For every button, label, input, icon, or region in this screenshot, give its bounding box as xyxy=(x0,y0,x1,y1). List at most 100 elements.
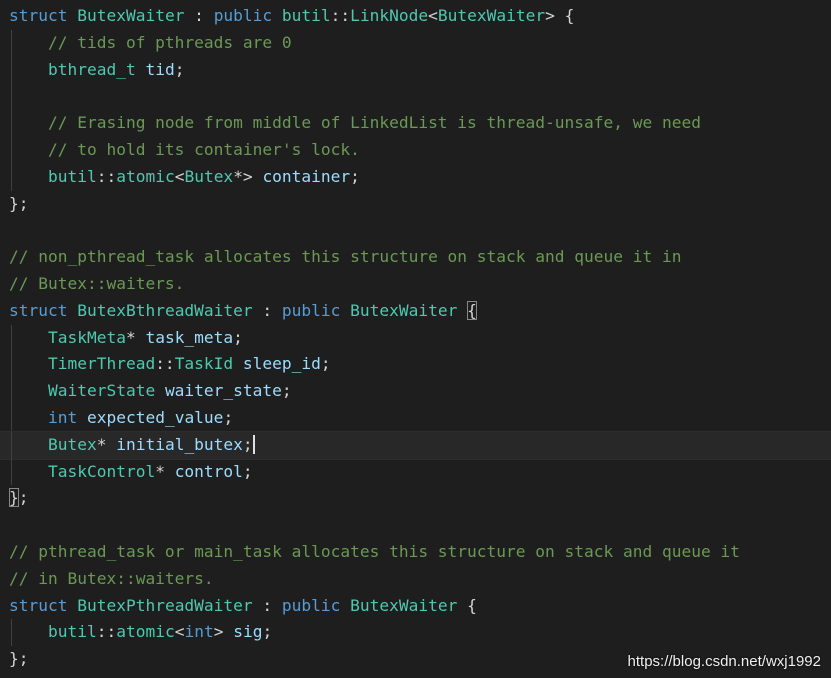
code-token: ; xyxy=(223,407,234,427)
code-token: atomic xyxy=(116,622,175,642)
indent-guide xyxy=(11,351,12,379)
code-token: ; xyxy=(350,166,360,186)
code-token: public xyxy=(281,300,351,320)
code-line[interactable]: WaiterState waiter_state; xyxy=(0,378,831,405)
code-token: Butex xyxy=(184,166,234,186)
code-token: ; xyxy=(242,434,253,454)
watermark-url: https://blog.csdn.net/wxj1992 xyxy=(627,653,821,670)
code-line[interactable]: // Erasing node from middle of LinkedLis… xyxy=(0,110,831,137)
code-line[interactable]: // non_pthread_task allocates this struc… xyxy=(0,244,831,271)
code-token: : xyxy=(252,595,282,615)
code-line[interactable]: Butex* initial_butex; xyxy=(0,430,831,460)
code-token: // pthread_task or main_task allocates t… xyxy=(9,541,740,561)
code-token: struct xyxy=(9,595,78,615)
code-line[interactable] xyxy=(0,512,831,539)
code-token: Butex xyxy=(47,434,97,454)
code-line[interactable]: butil::atomic<Butex*> container; xyxy=(0,163,831,191)
indent-guide xyxy=(11,458,12,486)
code-line[interactable]: // Butex::waiters. xyxy=(0,271,831,298)
code-token: int xyxy=(184,622,214,642)
code-token: public xyxy=(213,6,282,25)
code-token: ; xyxy=(174,59,185,79)
code-token: waiter_state xyxy=(164,381,282,401)
code-line[interactable]: }; xyxy=(0,191,831,218)
code-token: > { xyxy=(545,6,575,25)
code-line[interactable]: // tids of pthreads are 0 xyxy=(0,29,831,57)
code-token: // Erasing node from middle of LinkedLis… xyxy=(47,113,701,133)
code-token: butil xyxy=(47,622,97,642)
code-token: :: xyxy=(96,622,117,642)
code-line[interactable]: TaskMeta* task_meta; xyxy=(0,324,831,352)
code-token: }; xyxy=(9,193,29,213)
code-token: ButexWaiter xyxy=(350,595,458,615)
indent-guide xyxy=(11,619,12,647)
code-token: initial_butex xyxy=(116,434,243,454)
code-token: ButexWaiter xyxy=(350,300,458,320)
code-token: :: xyxy=(330,6,351,25)
indent-guide xyxy=(11,163,12,191)
code-line[interactable] xyxy=(0,83,831,111)
code-token: * xyxy=(125,327,146,347)
code-token: ; xyxy=(18,488,29,508)
code-token: ButexPthreadWaiter xyxy=(77,595,253,615)
code-token: ; xyxy=(242,461,253,481)
code-token: : xyxy=(252,300,282,320)
code-editor[interactable]: struct ButexWaiter : public butil::LinkN… xyxy=(0,0,831,678)
code-token: WaiterState xyxy=(47,381,156,401)
code-token: struct xyxy=(9,300,78,320)
indent-guide xyxy=(11,431,12,459)
code-line[interactable]: bthread_t tid; xyxy=(0,56,831,84)
code-token: } xyxy=(9,488,19,508)
code-line[interactable]: // to hold its container's lock. xyxy=(0,136,831,164)
code-line[interactable]: TaskControl* control; xyxy=(0,458,831,486)
code-line[interactable]: }; xyxy=(0,485,831,512)
code-token: LinkNode xyxy=(350,6,429,25)
code-token: TaskId xyxy=(174,354,234,374)
indent-guide xyxy=(11,29,12,57)
code-token: { xyxy=(467,300,477,320)
code-line[interactable]: struct ButexWaiter : public butil::LinkN… xyxy=(0,3,831,30)
code-token: butil xyxy=(47,166,97,186)
code-token: ; xyxy=(320,354,331,374)
code-token: // tids of pthreads are 0 xyxy=(47,32,292,52)
code-line[interactable]: // in Butex::waiters. xyxy=(0,566,831,593)
code-token: expected_value xyxy=(86,407,224,427)
indent-guide xyxy=(11,136,12,164)
code-token: // non_pthread_task allocates this struc… xyxy=(9,247,682,267)
code-line[interactable]: struct ButexPthreadWaiter : public Butex… xyxy=(0,593,831,620)
code-token: ButexWaiter xyxy=(437,6,546,25)
code-token: butil xyxy=(281,6,331,25)
code-token: ; xyxy=(281,381,292,401)
code-token: atomic xyxy=(116,166,175,186)
code-token: // to hold its container's lock. xyxy=(47,139,360,159)
code-token: struct xyxy=(9,6,78,25)
code-token: : xyxy=(184,6,214,25)
code-token: TimerThread xyxy=(47,354,156,374)
code-token: ; xyxy=(233,327,243,347)
code-token: < xyxy=(174,622,185,642)
code-line[interactable]: // pthread_task or main_task allocates t… xyxy=(0,539,831,566)
code-token: }; xyxy=(9,649,29,669)
code-line[interactable] xyxy=(0,217,831,244)
code-token: sig xyxy=(233,622,263,642)
code-line[interactable]: struct ButexBthreadWaiter : public Butex… xyxy=(0,298,831,325)
code-line[interactable]: butil::atomic<int> sig; xyxy=(0,619,831,647)
code-line[interactable]: int expected_value; xyxy=(0,404,831,432)
code-line[interactable]: TimerThread::TaskId sleep_id; xyxy=(0,351,831,379)
code-token: // in Butex::waiters. xyxy=(9,568,214,588)
code-token: // Butex::waiters. xyxy=(9,273,185,293)
code-token: :: xyxy=(155,354,175,374)
